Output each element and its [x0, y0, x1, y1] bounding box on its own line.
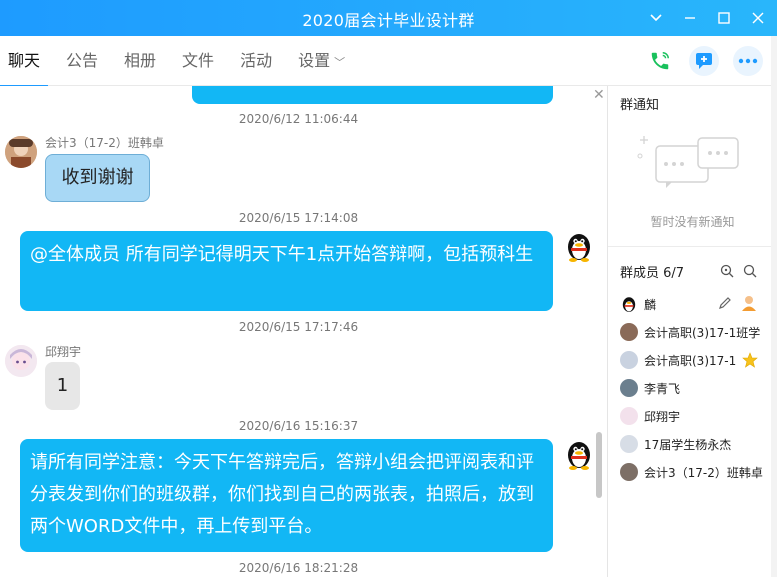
side-panel: 群通知 暂时没有新通知 群成员 6/7 麟 会计高职(3)17-1班学 会计高职…	[608, 86, 777, 577]
phone-call-button[interactable]	[645, 46, 675, 76]
avatar	[620, 379, 638, 397]
notice-title: 群通知	[620, 98, 660, 113]
maximize-icon[interactable]	[717, 11, 731, 25]
member-name: 会计3（17-2）班韩卓	[644, 465, 763, 480]
message-timestamp: 2020/6/15 17:14:08	[238, 211, 359, 225]
qq-penguin-avatar[interactable]	[563, 438, 595, 470]
tab-announcement[interactable]: 公告	[66, 36, 98, 86]
avatar[interactable]	[5, 136, 37, 168]
tab-settings[interactable]: 设置 ﹀	[298, 36, 345, 86]
message-text: 1	[56, 375, 69, 396]
message-bubble[interactable]: 请所有同学注意：今天下午答辩完后，答辩小组会把评阅表和评分表发到你们的班级群，你…	[20, 439, 553, 552]
message-bubble[interactable]: 收到谢谢	[45, 154, 150, 202]
member-item[interactable]: 17届学生杨永杰	[620, 434, 770, 454]
member-item[interactable]: 会计高职(3)17-1	[620, 350, 740, 370]
avatar	[620, 323, 638, 341]
message-text: @全体成员 所有同学记得明天下午1点开始答辩啊，包括预科生	[30, 244, 534, 265]
member-name: 麟	[644, 297, 657, 312]
chat-plus-icon	[696, 53, 712, 69]
message-text: 请所有同学注意：今天下午答辩完后，答辩小组会把评阅表和评分表发到你们的班级群，你…	[30, 452, 534, 537]
minimize-icon[interactable]	[683, 11, 697, 25]
member-item[interactable]: 邱翔宇	[620, 406, 770, 426]
message-timestamp: 2020/6/15 17:17:46	[238, 320, 359, 334]
avatar	[620, 463, 638, 481]
tab-label: 设置	[298, 51, 331, 70]
star-icon	[742, 352, 758, 368]
member-name: 邱翔宇	[644, 409, 681, 424]
message-bubble[interactable]: 1	[45, 362, 80, 410]
avatar	[620, 435, 638, 453]
member-name: 会计高职(3)17-1班学	[644, 325, 761, 340]
message-bubble[interactable]: @全体成员 所有同学记得明天下午1点开始答辩啊，包括预科生	[20, 231, 553, 311]
tab-label: 活动	[240, 51, 273, 70]
tab-label: 相册	[124, 51, 157, 70]
member-item[interactable]: 会计高职(3)17-1班学	[620, 322, 770, 342]
panel-scrollbar[interactable]	[771, 36, 777, 577]
tab-bar: 聊天 公告 相册 文件 活动 设置 ﹀	[0, 36, 777, 87]
members-title: 群成员 6/7	[620, 266, 685, 281]
edit-icon[interactable]	[718, 296, 732, 310]
tab-album[interactable]: 相册	[124, 36, 156, 86]
chat-area[interactable]: 2020/6/12 11:06:44 会计3（17-2）班韩卓 收到谢谢 202…	[0, 86, 607, 577]
member-name: 17届学生杨永杰	[644, 437, 732, 452]
add-message-button[interactable]	[689, 46, 719, 76]
avatar	[620, 351, 638, 369]
sender-name: 邱翔宇	[45, 345, 82, 359]
tab-files[interactable]: 文件	[182, 36, 214, 86]
message-bubble-cropped	[192, 86, 553, 104]
member-search-icon[interactable]	[720, 264, 734, 278]
chevron-down-icon: ﹀	[334, 56, 346, 69]
owner-badge-icon	[742, 296, 756, 311]
close-icon[interactable]	[751, 11, 765, 25]
tab-chat[interactable]: 聊天	[0, 36, 49, 87]
member-item[interactable]: 会计3（17-2）班韩卓	[620, 462, 770, 482]
tab-activities[interactable]: 活动	[240, 36, 272, 86]
tab-label: 文件	[182, 51, 215, 70]
more-button[interactable]	[733, 46, 763, 76]
message-timestamp: 2020/6/16 18:21:28	[238, 561, 359, 575]
message-timestamp: 2020/6/16 15:16:37	[238, 419, 359, 433]
message-text: 收到谢谢	[61, 167, 134, 188]
member-name: 会计高职(3)17-1	[644, 353, 737, 368]
chevron-down-icon[interactable]	[649, 11, 663, 25]
avatar	[620, 407, 638, 425]
phone-icon	[651, 52, 669, 70]
notice-empty-text: 暂时没有新通知	[650, 215, 735, 229]
member-name: 李青飞	[644, 381, 681, 396]
sender-name: 会计3（17-2）班韩卓	[45, 136, 164, 150]
chat-scrollbar[interactable]	[596, 432, 602, 498]
tab-label: 公告	[66, 51, 99, 70]
divider	[608, 246, 777, 247]
qq-penguin-avatar	[620, 295, 638, 313]
title-bar: 2020届会计毕业设计群	[0, 0, 777, 36]
qq-penguin-avatar[interactable]	[563, 230, 595, 262]
member-item[interactable]: 李青飞	[620, 378, 770, 398]
avatar[interactable]	[5, 345, 37, 377]
message-timestamp: 2020/6/12 11:06:44	[238, 112, 359, 126]
close-icon[interactable]: ✕	[593, 87, 605, 103]
search-icon[interactable]	[743, 264, 757, 278]
empty-notice-icon	[637, 136, 739, 188]
more-dots-icon	[738, 58, 758, 64]
tab-label: 聊天	[8, 51, 41, 70]
